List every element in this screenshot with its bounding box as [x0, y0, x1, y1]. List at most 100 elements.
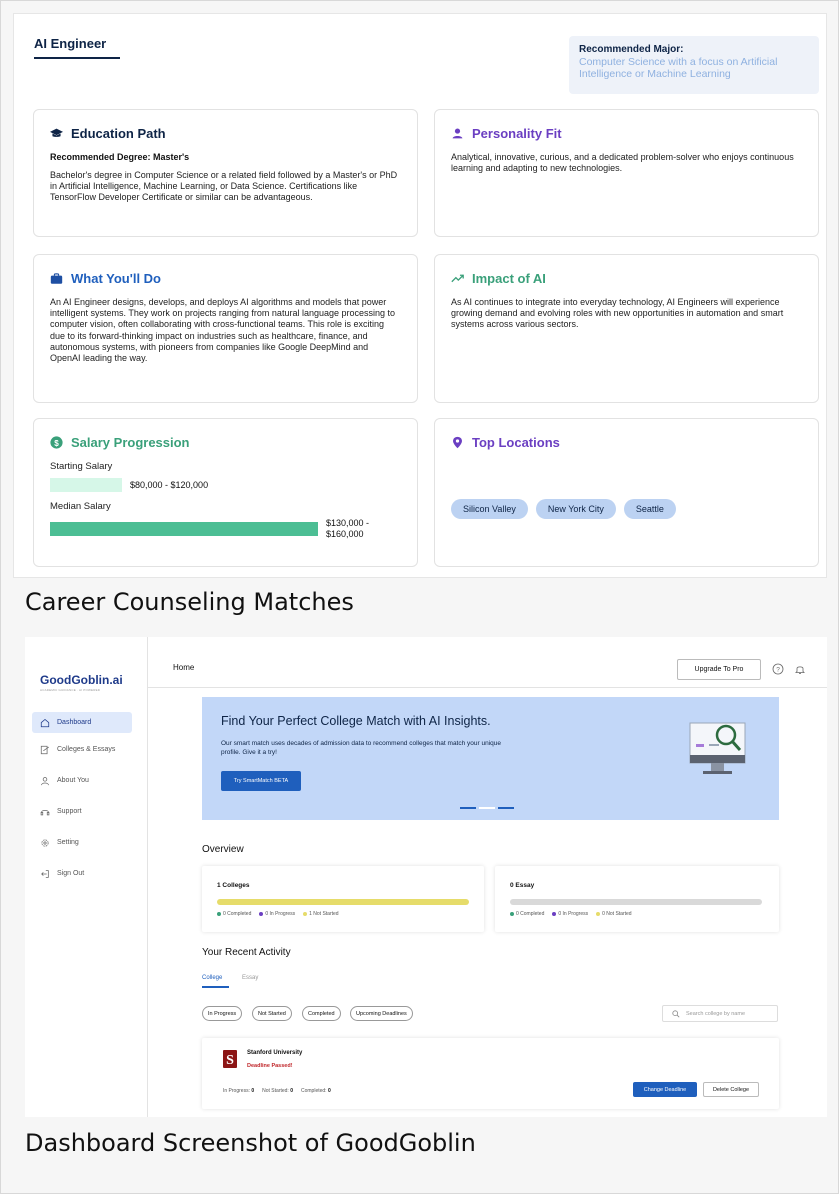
sidebar-item-label: Sign Out	[57, 870, 85, 877]
help-icon[interactable]: ?	[772, 663, 784, 675]
try-smartmatch-button[interactable]: Try SmartMatch BETA	[221, 771, 301, 791]
app-logo[interactable]: GoodGoblin.ai	[40, 673, 123, 687]
sidebar-item-setting[interactable]: Setting	[32, 832, 132, 853]
tab-essay[interactable]: Essay	[242, 975, 258, 981]
essays-overview-card[interactable]: 0 Essay 0 Completed 0 In Progress 0 Not …	[495, 866, 779, 932]
page-title: Home	[173, 663, 195, 672]
colleges-count: 1 Colleges	[217, 882, 250, 889]
svg-text:?: ?	[776, 666, 780, 673]
sidebar-item-colleges-essays[interactable]: Colleges & Essays	[32, 739, 132, 760]
median-salary-bar	[50, 522, 318, 536]
legend-completed: 0 Completed	[223, 911, 252, 917]
recent-activity-heading: Your Recent Activity	[202, 947, 291, 958]
document-edit-icon	[40, 745, 49, 754]
stanford-logo-icon: S	[223, 1050, 237, 1068]
personality-card: Personality Fit Analytical, innovative, …	[434, 109, 819, 237]
what-you-do-heading: What You'll Do	[50, 271, 401, 286]
education-heading: Education Path	[50, 126, 401, 141]
career-panel: AI Engineer Recommended Major: Computer …	[13, 13, 827, 578]
personality-heading-label: Personality Fit	[472, 126, 562, 141]
sidebar-item-sign-out[interactable]: Sign Out	[32, 863, 132, 884]
essays-progress-bar	[510, 899, 762, 905]
caption-dashboard: Dashboard Screenshot of GoodGoblin	[25, 1129, 476, 1157]
deadline-status: Deadline Passed!	[247, 1063, 293, 1069]
education-heading-label: Education Path	[71, 126, 166, 141]
app-logo-tagline: ACADEMIC GUIDANCE · AI POWERED	[40, 688, 101, 692]
location-chip[interactable]: Seattle	[623, 499, 676, 519]
search-placeholder: Search college by name	[686, 1010, 746, 1017]
starting-salary-bar	[50, 478, 122, 492]
sidebar-item-about-you[interactable]: About You	[32, 770, 132, 791]
svg-text:$: $	[54, 439, 59, 448]
completed-label: Completed:	[301, 1088, 327, 1094]
legend-in-progress: 0 In Progress	[265, 911, 296, 917]
college-card[interactable]: S Stanford University Deadline Passed! I…	[202, 1038, 779, 1109]
college-name[interactable]: Stanford University	[247, 1050, 302, 1056]
education-card: Education Path Recommended Degree: Maste…	[33, 109, 418, 237]
carousel-dots[interactable]	[460, 807, 514, 809]
filter-completed[interactable]: Completed	[302, 1006, 341, 1021]
banner-title: Find Your Perfect College Match with AI …	[221, 714, 491, 728]
legend-in-progress: 0 In Progress	[558, 911, 589, 917]
in-progress-count: 0	[251, 1088, 255, 1094]
briefcase-icon	[50, 273, 63, 284]
college-task-counts: In Progress: 0 Not Started: 0 Completed:…	[202, 1088, 331, 1094]
search-icon	[672, 1009, 680, 1017]
recommended-major-value: Computer Science with a focus on Artific…	[579, 56, 778, 80]
median-salary-value: $130,000 - $160,000	[326, 518, 369, 540]
filter-upcoming-deadlines[interactable]: Upcoming Deadlines	[350, 1006, 413, 1021]
locations-heading: Top Locations	[451, 435, 802, 450]
headset-icon	[40, 809, 50, 815]
career-title-underline	[34, 57, 120, 59]
personality-heading: Personality Fit	[451, 126, 802, 141]
colleges-progress-bar	[217, 899, 469, 905]
graduation-cap-icon	[50, 128, 63, 137]
location-chips: Silicon Valley New York City Seattle	[451, 499, 676, 519]
home-icon	[40, 718, 50, 727]
smartmatch-banner: Find Your Perfect College Match with AI …	[202, 697, 779, 820]
legend-completed: 0 Completed	[516, 911, 545, 917]
computer-magnifier-icon	[689, 722, 746, 774]
location-chip[interactable]: New York City	[535, 499, 616, 519]
tab-college[interactable]: College	[202, 975, 222, 981]
starting-salary-label: Starting Salary	[50, 461, 113, 472]
locations-heading-label: Top Locations	[472, 435, 560, 450]
salary-heading: $ Salary Progression	[50, 435, 401, 450]
colleges-overview-card[interactable]: 1 Colleges 0 Completed 0 In Progress 1 N…	[202, 866, 484, 932]
change-deadline-button[interactable]: Change Deadline	[633, 1082, 697, 1097]
location-chip[interactable]: Silicon Valley	[451, 499, 528, 519]
delete-college-button[interactable]: Delete College	[703, 1082, 759, 1097]
career-title: AI Engineer	[34, 36, 107, 51]
impact-text: As AI continues to integrate into everyd…	[451, 297, 784, 330]
personality-text: Analytical, innovative, curious, and a d…	[451, 152, 794, 174]
sidebar-item-label: Support	[57, 808, 82, 815]
map-pin-icon	[453, 436, 462, 449]
active-tab-indicator	[202, 986, 229, 988]
college-search-input[interactable]: Search college by name	[662, 1005, 778, 1022]
bell-icon[interactable]	[794, 663, 806, 675]
sidebar-item-dashboard[interactable]: Dashboard	[32, 712, 132, 733]
trending-up-icon	[451, 274, 464, 283]
essays-count: 0 Essay	[510, 882, 535, 889]
median-salary-value-line2: $160,000	[326, 529, 364, 539]
impact-heading-label: Impact of AI	[472, 271, 546, 286]
user-icon	[41, 776, 49, 785]
not-started-count: 0	[290, 1088, 293, 1094]
starting-salary-row: $80,000 - $120,000	[50, 478, 401, 492]
sidebar-item-support[interactable]: Support	[32, 801, 132, 822]
sidebar-item-label: Setting	[57, 839, 79, 846]
person-icon	[452, 128, 463, 139]
filter-in-progress[interactable]: In Progress	[202, 1006, 243, 1021]
recommended-major-label: Recommended Major:	[579, 44, 684, 55]
dashboard-panel: GoodGoblin.ai ACADEMIC GUIDANCE · AI POW…	[25, 637, 827, 1117]
caption-career: Career Counseling Matches	[25, 588, 354, 616]
what-you-do-card: What You'll Do An AI Engineer designs, d…	[33, 254, 418, 403]
what-you-do-text: An AI Engineer designs, develops, and de…	[50, 297, 396, 364]
banner-text: Our smart match uses decades of admissio…	[221, 740, 502, 756]
upgrade-button[interactable]: Upgrade To Pro	[677, 659, 761, 680]
impact-card: Impact of AI As AI continues to integrat…	[434, 254, 819, 403]
filter-not-started[interactable]: Not Started	[252, 1006, 292, 1021]
locations-card: Top Locations Silicon Valley New York Ci…	[434, 418, 819, 567]
not-started-label: Not Started:	[262, 1088, 289, 1094]
what-you-do-heading-label: What You'll Do	[71, 271, 161, 286]
